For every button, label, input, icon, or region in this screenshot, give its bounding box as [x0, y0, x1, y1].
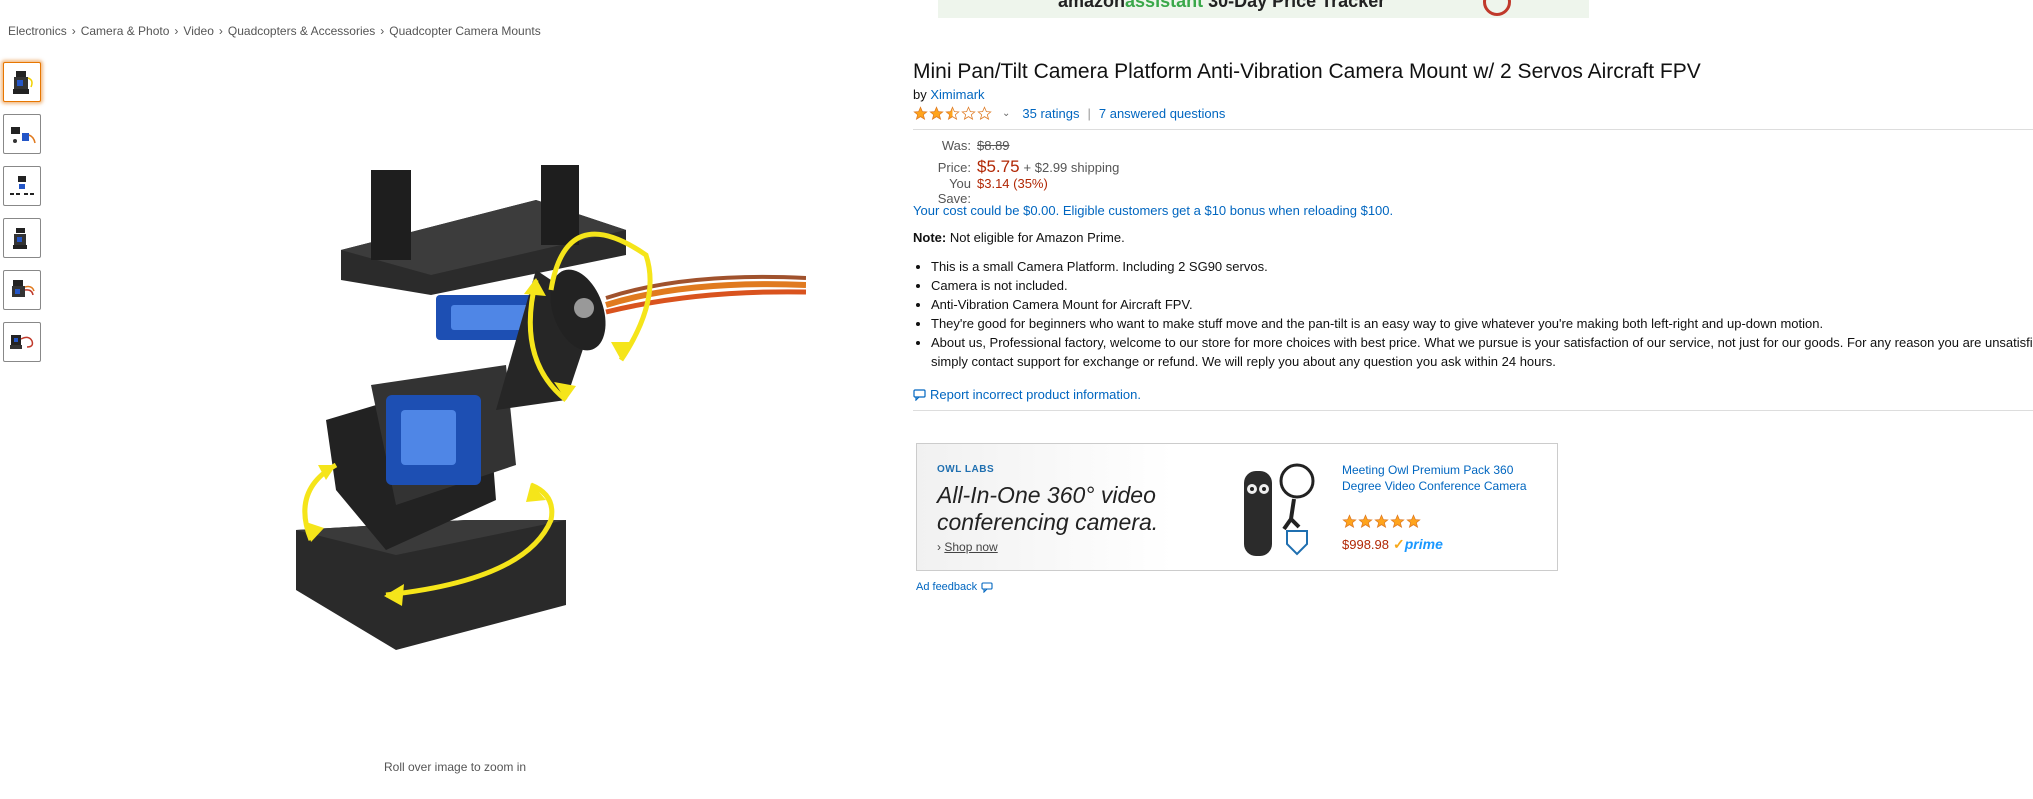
- star-icon: [945, 106, 960, 120]
- product-details: Mini Pan/Tilt Camera Platform Anti-Vibra…: [913, 58, 2033, 411]
- breadcrumb-separator: ›: [174, 24, 179, 38]
- savings-row: You Save: $3.14 (35%): [913, 176, 2033, 206]
- servo-parts-thumbnail-icon: [11, 127, 36, 144]
- thumbnail-4[interactable]: [3, 218, 41, 258]
- feature-bullet-continued: simply contact support for exchange or r…: [931, 354, 1556, 369]
- shop-now-link[interactable]: › Shop now: [937, 540, 998, 554]
- thumbnail-6[interactable]: [3, 322, 41, 362]
- main-product-image[interactable]: [266, 160, 806, 650]
- parts-layout-thumbnail-icon: [10, 176, 34, 195]
- star-icon: [1390, 514, 1405, 528]
- thumbnail-list: [3, 62, 41, 374]
- report-info-link[interactable]: Report incorrect product information.: [913, 387, 2033, 402]
- note-label: Note:: [913, 230, 947, 245]
- breadcrumb-quadcopters[interactable]: Quadcopters & Accessories: [228, 24, 375, 38]
- ad-price: $998.98: [1342, 537, 1389, 552]
- banner-brand: amazon: [1058, 0, 1126, 11]
- breadcrumb-video[interactable]: Video: [183, 24, 213, 38]
- divider: [913, 129, 2033, 130]
- star-icon: [1342, 514, 1357, 528]
- feature-bullet: This is a small Camera Platform. Includi…: [931, 257, 2033, 276]
- breadcrumb-camera-photo[interactable]: Camera & Photo: [81, 24, 170, 38]
- banner-text: amazonassistant 30-Day Price Tracker: [1058, 0, 1385, 12]
- mount-angle-thumbnail-icon: [13, 228, 27, 249]
- star-icon: [977, 106, 992, 120]
- price-tracker-banner[interactable]: amazonassistant 30-Day Price Tracker: [938, 0, 1589, 18]
- ad-headline: All-In-One 360° video conferencing camer…: [937, 482, 1158, 536]
- thumbnail-5[interactable]: [3, 270, 41, 310]
- zoom-hint: Roll over image to zoom in: [384, 760, 527, 774]
- brand-link[interactable]: Ximimark: [930, 87, 984, 102]
- star-icon: [1358, 514, 1373, 528]
- banner-assistant: assistant: [1125, 0, 1204, 11]
- comment-icon: [913, 388, 926, 401]
- divider: [913, 410, 2033, 411]
- was-label: Was:: [941, 138, 971, 153]
- chevron-down-icon[interactable]: ⌄: [1002, 108, 1010, 119]
- report-info-label: Report incorrect product information.: [930, 387, 1141, 402]
- breadcrumb: Electronics › Camera & Photo › Video › Quadcop…: [8, 24, 541, 38]
- by-label: by: [913, 87, 927, 102]
- was-price: $8.89: [977, 138, 1010, 153]
- product-title: Mini Pan/Tilt Camera Platform Anti-Vibra…: [913, 60, 1701, 83]
- rating-separator: |: [1087, 106, 1091, 121]
- comment-icon: [981, 581, 993, 593]
- star-icon: [1374, 514, 1389, 528]
- breadcrumb-separator: ›: [380, 24, 385, 38]
- feature-bullet: Anti-Vibration Camera Mount for Aircraft…: [931, 295, 2033, 314]
- answered-questions-link[interactable]: 7 answered questions: [1099, 106, 1225, 121]
- magnifier-icon: [1483, 0, 1511, 16]
- ratings-link[interactable]: 35 ratings: [1022, 106, 1079, 121]
- thumbnail-1[interactable]: [3, 62, 41, 102]
- savings-value: $3.14 (35%): [977, 176, 1048, 191]
- price-block: Was: $8.89 Price: $5.75 + $2.99 shipping…: [913, 138, 2033, 206]
- thumbnail-2[interactable]: [3, 114, 41, 154]
- ad-headline-line-2: conferencing camera.: [937, 509, 1159, 535]
- star-rating[interactable]: [913, 106, 992, 121]
- mount-side-thumbnail-icon: [10, 335, 34, 349]
- star-icon: [961, 106, 976, 120]
- prime-note: Note: Not eligible for Amazon Prime.: [913, 230, 2033, 245]
- breadcrumb-camera-mounts[interactable]: Quadcopter Camera Mounts: [389, 24, 540, 38]
- ad-product-name[interactable]: Meeting Owl Premium Pack 360 Degree Vide…: [1342, 462, 1532, 494]
- current-price: $5.75: [977, 157, 1020, 176]
- feature-bullet: They're good for beginners who want to m…: [931, 314, 2033, 333]
- shipping-cost: + $2.99 shipping: [1023, 160, 1120, 175]
- sponsored-ad[interactable]: OWL LABS All-In-One 360° video conferenc…: [916, 443, 1558, 571]
- savings-label: You Save:: [937, 176, 971, 206]
- feature-bullet: About us, Professional factory, welcome …: [931, 333, 2033, 352]
- byline: by Ximimark: [913, 87, 2033, 102]
- thumbnail-3[interactable]: [3, 166, 41, 206]
- star-icon: [913, 106, 928, 120]
- breadcrumb-separator: ›: [218, 24, 223, 38]
- ad-feedback-link[interactable]: Ad feedback: [916, 581, 993, 593]
- feature-bullet: Camera is not included.: [931, 276, 2033, 295]
- feature-bullets: This is a small Camera Platform. Includi…: [913, 257, 2033, 371]
- ad-feedback-label: Ad feedback: [916, 581, 978, 593]
- ad-product-image[interactable]: [1239, 459, 1319, 559]
- shop-now-label: Shop now: [944, 540, 998, 554]
- was-row: Was: $8.89: [913, 138, 2033, 157]
- star-icon: [1406, 514, 1421, 528]
- breadcrumb-separator: ›: [71, 24, 76, 38]
- camera-mount-thumbnail-icon: [13, 71, 33, 94]
- banner-tracker-label: 30-Day Price Tracker: [1208, 0, 1386, 11]
- ad-price-row: $998.98 ✓prime: [1342, 536, 1443, 553]
- rating-row: ⌄ 35 ratings | 7 answered questions: [913, 106, 2033, 121]
- price-label: Price:: [937, 160, 971, 175]
- prime-check-icon: ✓: [1393, 536, 1405, 552]
- star-icon: [929, 106, 944, 120]
- price-row: Price: $5.75 + $2.99 shipping: [913, 157, 2033, 176]
- breadcrumb-electronics[interactable]: Electronics: [8, 24, 67, 38]
- prime-badge: ✓prime: [1393, 536, 1443, 553]
- ad-headline-line-1: All-In-One 360° video: [937, 482, 1156, 508]
- ad-brand: OWL LABS: [937, 464, 995, 475]
- reload-promo-link[interactable]: Your cost could be $0.00. Eligible custo…: [913, 203, 2033, 218]
- prime-label: prime: [1404, 536, 1443, 552]
- ad-star-rating: [1342, 514, 1421, 529]
- note-text: Not eligible for Amazon Prime.: [946, 230, 1125, 245]
- mount-wires-thumbnail-icon: [12, 280, 35, 297]
